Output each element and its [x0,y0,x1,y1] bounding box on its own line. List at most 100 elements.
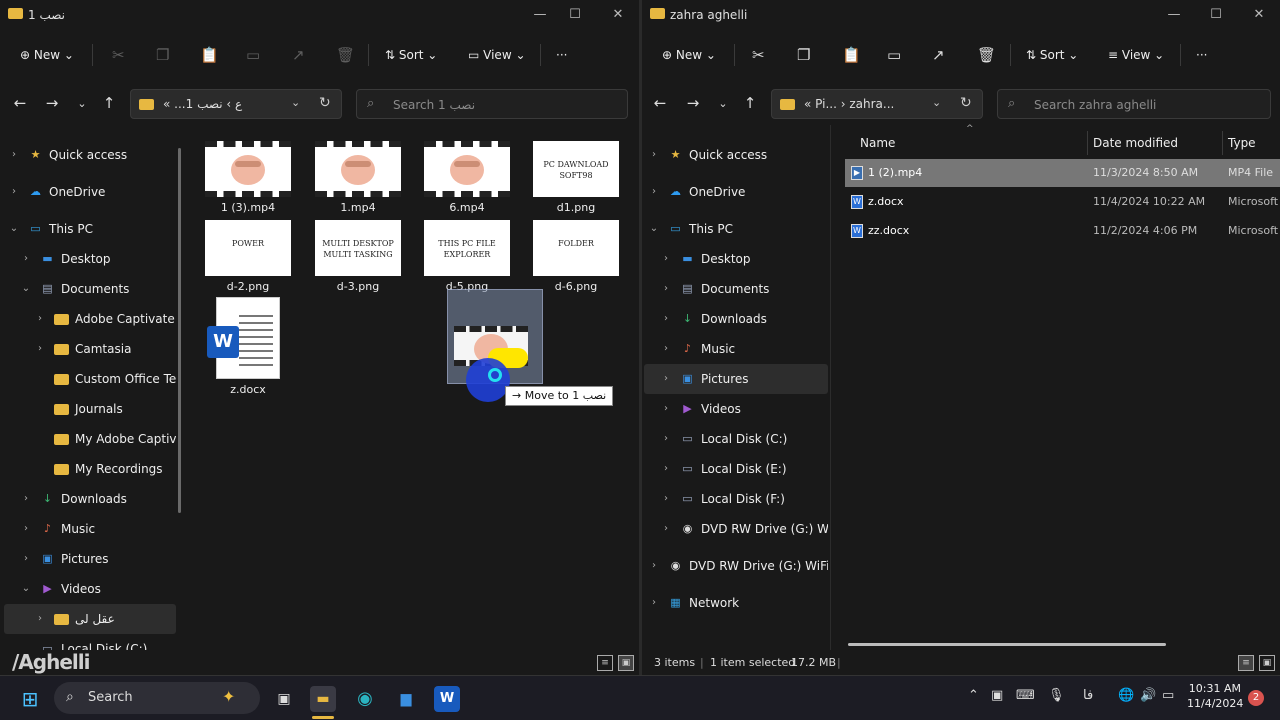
maximize-button[interactable]: ☐ [1204,6,1228,24]
chevron-right-icon[interactable]: › [20,514,32,544]
language-indicator[interactable]: فا [1083,688,1093,703]
microphone-icon[interactable]: 🎙 [1048,688,1065,703]
nav-item[interactable]: My Recordings [4,454,176,484]
forward-arrow-icon[interactable]: → [42,94,62,112]
column-date-modified[interactable]: Date modified [1093,131,1178,155]
chevron-down-icon[interactable]: ⌄ [8,214,20,244]
chevron-right-icon[interactable]: › [20,484,32,514]
copilot-sparkle-icon[interactable]: ✦ [222,687,235,706]
chevron-right-icon[interactable]: › [660,484,672,514]
horizontal-scrollbar[interactable] [848,643,1166,646]
cut-icon[interactable]: ✂ [752,44,765,66]
nav-item[interactable]: My Adobe Captivate F [4,424,176,454]
search-box[interactable]: ⌕ Search zahra aghelli [997,89,1271,119]
breadcrumb-overflow[interactable]: « [163,97,170,111]
rename-icon[interactable]: ▭ [887,44,901,66]
file-item[interactable]: 1.mp4 [308,141,408,214]
nav-item[interactable]: › عقل لی [4,604,176,634]
tray-app-icon[interactable]: ▣ [991,688,1003,703]
file-explorer-icon[interactable]: ▬ [310,686,336,712]
delete-icon[interactable]: 🗑 [977,44,996,66]
nav-item[interactable]: › ♪ Music [644,334,828,364]
column-type[interactable]: Type [1228,131,1256,155]
file-item[interactable]: 6.mp4 [417,141,517,214]
file-item[interactable]: PC DAWNLOAD SOFT98 d1.png [526,141,626,214]
nav-item[interactable]: › ▣ Pictures [4,544,176,574]
store-icon[interactable]: ▆ [393,686,419,712]
forward-arrow-icon[interactable]: → [683,94,703,112]
nav-item[interactable]: › ▤ Documents [644,274,828,304]
word-icon[interactable]: W [434,686,460,712]
chevron-right-icon[interactable]: › [34,334,46,364]
nav-item[interactable]: › ♪ Music [4,514,176,544]
details-view-icon[interactable]: ≡ [1238,655,1254,671]
nav-item[interactable]: › ◉ DVD RW Drive (G:) WiFi Drive [644,551,828,581]
nav-item[interactable]: ⌄ ▤ Documents [4,274,176,304]
task-view-icon[interactable]: ▣ [271,686,297,712]
table-row[interactable]: ▶ 1 (2).mp4 11/3/2024 8:50 AM MP4 File [845,159,1280,187]
file-item[interactable]: MULTI DESKTOP MULTI TASKING d-3.png [308,220,408,293]
file-item[interactable]: FOLDER d-6.png [526,220,626,293]
refresh-icon[interactable]: ↻ [319,95,331,111]
tiles-view-icon[interactable]: ▣ [1259,655,1275,671]
nav-item[interactable]: › ☁ OneDrive [644,177,828,207]
chevron-right-icon[interactable]: › [660,424,672,454]
sort-button[interactable]: ⇅ Sort ⌄ [385,44,437,66]
delete-icon[interactable]: 🗑 [336,44,355,66]
chevron-right-icon[interactable]: › [648,551,660,581]
nav-item[interactable]: Journals [4,394,176,424]
paste-icon[interactable]: 📋 [842,44,861,66]
copy-icon[interactable]: ❐ [797,44,810,66]
nav-item[interactable]: ⌄ ▭ This PC [4,214,176,244]
chevron-right-icon[interactable]: › [660,334,672,364]
chevron-right-icon[interactable]: › [8,177,20,207]
nav-item[interactable]: › ▶ Videos [644,394,828,424]
rename-icon[interactable]: ▭ [246,44,260,66]
nav-item[interactable]: ▭ Local Disk (C:) [4,634,176,650]
battery-icon[interactable]: ▭ [1162,688,1174,703]
breadcrumb-segment[interactable]: zahra... [849,97,894,111]
maximize-button[interactable]: ☐ [563,6,587,24]
chevron-down-icon[interactable]: ⌄ [932,96,941,109]
back-arrow-icon[interactable]: ← [10,94,30,112]
nav-item[interactable]: › Adobe Captivate Cach [4,304,176,334]
chevron-right-icon[interactable]: › [660,514,672,544]
nav-item[interactable]: › ▭ Local Disk (E:) [644,454,828,484]
column-name[interactable]: Name [860,131,895,155]
chevron-right-icon[interactable]: › [34,304,46,334]
nav-item[interactable]: › Camtasia [4,334,176,364]
nav-item[interactable]: › ☁ OneDrive [4,177,176,207]
chevron-right-icon[interactable]: › [20,244,32,274]
share-icon[interactable]: ↗ [932,44,945,66]
clock[interactable]: 10:31 AM 11/4/2024 [1187,681,1243,711]
chevron-down-icon[interactable]: ⌄ [20,574,32,604]
scrollbar[interactable] [178,148,181,513]
address-bar[interactable]: « ...ع › نصب 1 ⌄ ↻ [130,89,342,119]
chevron-right-icon[interactable]: › [660,454,672,484]
chevron-right-icon[interactable]: › [660,304,672,334]
recent-locations-icon[interactable]: ⌄ [713,97,733,110]
column-divider[interactable] [1222,131,1223,155]
view-button[interactable]: ▭ View ⌄ [468,44,526,66]
chevron-right-icon[interactable]: › [648,140,660,170]
nav-item[interactable]: › ▬ Desktop [644,244,828,274]
close-button[interactable]: ✕ [1247,6,1271,24]
nav-item[interactable]: › ↓ Downloads [644,304,828,334]
breadcrumb-overflow[interactable]: « [804,97,811,111]
nav-item[interactable]: ⌄ ▶ Videos [4,574,176,604]
paste-icon[interactable]: 📋 [200,44,219,66]
breadcrumb-segment[interactable]: نصب 1 [186,97,223,111]
nav-item[interactable]: › ▬ Desktop [4,244,176,274]
nav-item[interactable]: › ★ Quick access [644,140,828,170]
details-view-icon[interactable]: ≡ [597,655,613,671]
table-row[interactable]: Wz.docx 11/4/2024 10:22 AM Microsoft W [845,188,1280,216]
nav-item[interactable]: › ▣ Pictures [644,364,828,394]
file-item[interactable]: POWER d-2.png [198,220,298,293]
keyboard-icon[interactable]: ⌨ [1016,688,1035,703]
title-bar[interactable]: نصب 1 — ☐ ✕ [0,0,639,30]
nav-item[interactable]: Custom Office Templa [4,364,176,394]
nav-item[interactable]: › ▦ Network [644,588,828,618]
chevron-down-icon[interactable]: ⌄ [20,274,32,304]
chevron-right-icon[interactable]: › [660,394,672,424]
edge-icon[interactable]: ◉ [352,686,378,712]
